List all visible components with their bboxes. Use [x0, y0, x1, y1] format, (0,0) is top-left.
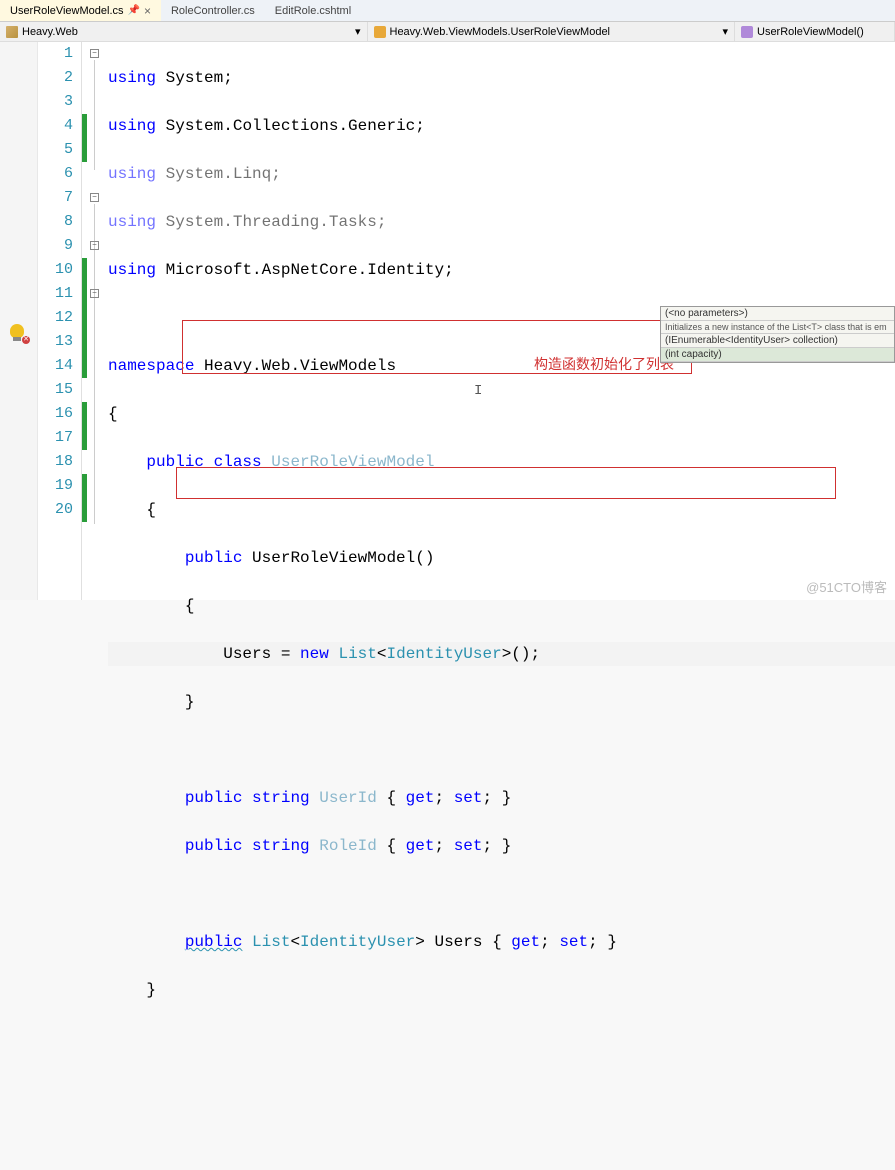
fold-toggle[interactable]: −	[90, 193, 99, 202]
glyph-margin: ✕	[0, 42, 38, 600]
close-icon[interactable]: ×	[144, 4, 151, 18]
chevron-down-icon: ▾	[722, 25, 728, 38]
nav-member[interactable]: UserRoleViewModel()	[735, 22, 895, 41]
chevron-down-icon: ▾	[355, 25, 361, 38]
nav-class[interactable]: Heavy.Web.ViewModels.UserRoleViewModel ▾	[368, 22, 736, 41]
navigation-bar: Heavy.Web ▾ Heavy.Web.ViewModels.UserRol…	[0, 22, 895, 42]
tooltip-overload: (IEnumerable<IdentityUser> collection)	[661, 334, 894, 348]
fold-toggle[interactable]: −	[90, 49, 99, 58]
pin-icon[interactable]: 📌	[128, 5, 140, 16]
project-icon	[6, 26, 18, 38]
tooltip-signature: (<no parameters>)	[661, 307, 894, 321]
tab-label: EditRole.cshtml	[275, 5, 351, 17]
nav-member-label: UserRoleViewModel()	[757, 26, 864, 38]
method-icon	[741, 26, 753, 38]
nav-project[interactable]: Heavy.Web ▾	[0, 22, 368, 41]
tooltip-desc: Initializes a new instance of the List<T…	[661, 321, 894, 334]
tab-rolecontroller[interactable]: RoleController.cs	[161, 0, 265, 21]
quick-fix-lightbulb-icon[interactable]: ✕	[10, 324, 28, 342]
nav-project-label: Heavy.Web	[22, 26, 78, 38]
tab-editrole[interactable]: EditRole.cshtml	[265, 0, 361, 21]
tab-bar: UserRoleViewModel.cs 📌 × RoleController.…	[0, 0, 895, 22]
tooltip-overload: (int capacity)	[661, 348, 894, 362]
watermark: @51CTO博客	[806, 577, 887, 596]
fold-toggle[interactable]: −	[90, 241, 99, 250]
tab-label: UserRoleViewModel.cs	[10, 5, 124, 17]
parameter-info-tooltip: (<no parameters>) Initializes a new inst…	[660, 306, 895, 363]
tab-userroleviewmodel[interactable]: UserRoleViewModel.cs 📌 ×	[0, 0, 161, 21]
class-icon	[374, 26, 386, 38]
nav-class-label: Heavy.Web.ViewModels.UserRoleViewModel	[390, 26, 611, 38]
text-cursor-icon: I	[474, 379, 482, 403]
annotation-label: 构造函数初始化了列表	[534, 352, 674, 376]
tab-label: RoleController.cs	[171, 5, 255, 17]
fold-gutter: − − − −	[88, 42, 104, 600]
code-editor[interactable]: ✕ 1234567891011121314151617181920 − − − …	[0, 42, 895, 600]
line-number-gutter: 1234567891011121314151617181920	[38, 42, 82, 600]
fold-toggle[interactable]: −	[90, 289, 99, 298]
